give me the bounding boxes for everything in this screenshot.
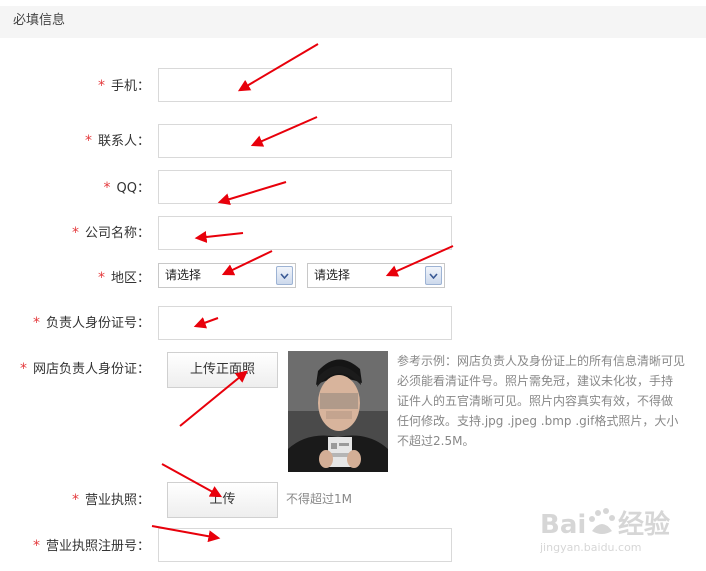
example-photo [288,351,388,472]
city-select[interactable]: 请选择 [307,263,445,288]
required-mark: * [103,180,111,196]
required-mark: * [71,225,79,241]
id-card-label: * 网店负责人身份证： [19,361,150,377]
company-label: * 公司名称： [71,225,150,241]
license-number-input[interactable] [158,528,452,562]
required-mark: * [32,538,40,554]
required-mark: * [84,133,92,149]
id-number-label: * 负责人身份证号： [32,315,150,331]
id-number-input[interactable] [158,306,452,340]
svg-text:经验: 经验 [618,509,670,540]
required-mark: * [71,492,79,508]
qq-label: * QQ： [103,180,150,196]
required-mark: * [97,270,105,286]
contact-label: * 联系人： [84,133,150,149]
chevron-down-icon[interactable] [425,266,442,285]
upload-front-photo-button[interactable]: 上传正面照 [167,352,278,388]
required-mark: * [32,315,40,331]
example-line: 不超过2.5M。 [397,434,475,448]
province-select[interactable]: 请选择 [158,263,296,288]
city-select-value: 请选择 [314,268,351,282]
example-description: 参考示例：网店负责人及身份证上的所有信息清晰可见 必须能看清证件号。照片需免冠，… [397,351,697,451]
license-label: * 营业执照： [71,492,150,508]
svg-text:jingyan.baidu.com: jingyan.baidu.com [540,541,642,554]
company-input[interactable] [158,216,452,250]
watermark: Bai 经验 jingyan.baidu.com [539,497,700,557]
example-line: 任何修改。支持.jpg .jpeg .bmp .gif格式照片，大小 [397,414,679,428]
example-line: 证件人的五官清晰可见。照片内容真实有效，不得做 [397,394,674,408]
chevron-down-icon[interactable] [276,266,293,285]
region-label: * 地区： [97,270,150,286]
required-mark: * [97,78,105,94]
qq-input[interactable] [158,170,452,204]
upload-license-button[interactable]: 上传 [167,482,278,518]
phone-input[interactable] [158,68,452,102]
svg-text:Bai: Bai [540,510,586,540]
license-number-label: * 营业执照注册号： [32,538,150,554]
example-line: 必须能看清证件号。照片需免冠，建议未化妆，手持 [397,374,674,388]
license-size-hint: 不得超过1M [286,492,352,506]
contact-input[interactable] [158,124,452,158]
baidu-jingyan-logo-icon: Bai 经验 jingyan.baidu.com [539,508,670,554]
example-line: 参考示例：网店负责人及身份证上的所有信息清晰可见 [397,354,686,368]
phone-label: * 手机： [97,78,150,94]
required-mark: * [19,361,27,377]
section-header: 必填信息 [0,6,706,38]
province-select-value: 请选择 [165,268,202,282]
person-holding-id-icon [288,351,388,472]
section-title: 必填信息 [13,13,66,28]
